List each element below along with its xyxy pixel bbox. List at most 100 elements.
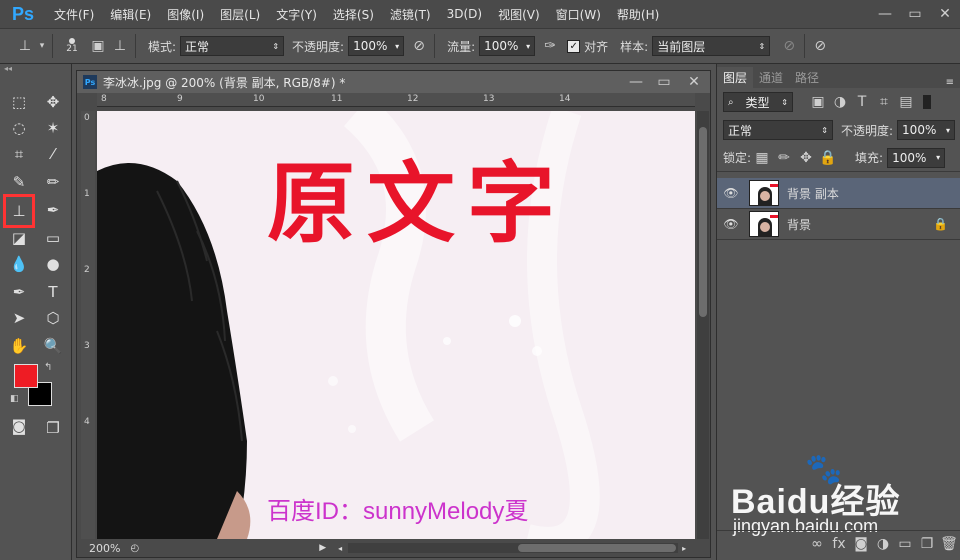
horizontal-scroll-thumb[interactable] bbox=[518, 544, 677, 552]
zoom-tool-icon[interactable]: 🔍 bbox=[40, 334, 66, 358]
menu-view[interactable]: 视图(V) bbox=[490, 6, 548, 23]
menu-type[interactable]: 文字(Y) bbox=[268, 6, 325, 23]
eye-icon[interactable]: 👁 bbox=[717, 217, 745, 231]
hand-tool-icon[interactable]: ✋ bbox=[6, 334, 32, 358]
dodge-tool-icon[interactable]: ● bbox=[40, 252, 66, 276]
swap-colors-icon[interactable]: ↰ bbox=[44, 362, 52, 373]
mode-select[interactable]: 正常 ⇕ bbox=[180, 36, 285, 56]
gradient-tool-icon[interactable]: ▭ bbox=[40, 226, 66, 250]
brush-panel-icon[interactable]: ▣ bbox=[87, 35, 109, 57]
layer-style-icon[interactable]: fx bbox=[828, 533, 850, 555]
foreground-color-swatch[interactable] bbox=[14, 364, 38, 388]
filter-pixel-icon[interactable]: ▣ bbox=[807, 91, 829, 113]
sample-select[interactable]: 当前图层 ⇕ bbox=[652, 36, 771, 56]
pen-tool-icon[interactable]: ✒ bbox=[6, 280, 32, 304]
clone-stamp-tool-icon[interactable]: ⊥ bbox=[3, 194, 35, 228]
clone-stamp-preset-icon[interactable]: ⊥ bbox=[14, 35, 36, 57]
menu-3d[interactable]: 3D(D) bbox=[439, 7, 490, 21]
eraser-tool-icon[interactable]: ◪ bbox=[6, 226, 32, 250]
scroll-left-icon[interactable]: ◂ bbox=[338, 544, 342, 553]
flow-input[interactable]: 100% ▾ bbox=[479, 36, 536, 56]
pressure-opacity-icon[interactable]: ⊘ bbox=[408, 35, 430, 57]
tab-layers[interactable]: 图层 bbox=[717, 67, 754, 88]
airbrush-icon[interactable]: ✑ bbox=[539, 35, 561, 57]
menu-image[interactable]: 图像(I) bbox=[159, 6, 212, 23]
zoom-level[interactable]: 200% bbox=[89, 542, 120, 555]
status-menu-icon[interactable]: ◴ bbox=[130, 543, 139, 554]
filter-shape-icon[interactable]: ⌗ bbox=[873, 91, 895, 113]
ignore-adjustment-icon[interactable]: ⊘ bbox=[778, 35, 800, 57]
restore-icon[interactable]: ▭ bbox=[900, 3, 930, 25]
marquee-tool-icon[interactable]: ⬚ bbox=[6, 90, 32, 114]
filter-smart-object-icon[interactable]: ▤ bbox=[895, 91, 917, 113]
status-arrow-icon[interactable]: ▶ bbox=[319, 543, 326, 553]
scroll-right-icon[interactable]: ▸ bbox=[682, 544, 686, 553]
brush-tool-icon[interactable]: ✏ bbox=[40, 170, 66, 194]
panel-menu-icon[interactable]: ≡ bbox=[946, 77, 954, 88]
filter-type-icon[interactable]: T bbox=[851, 91, 873, 113]
eyedropper-tool-icon[interactable]: ⁄ bbox=[40, 142, 66, 166]
layer-row-background-copy[interactable]: 👁 背景 副本 bbox=[717, 178, 960, 209]
new-layer-icon[interactable]: ❐ bbox=[916, 533, 938, 555]
menu-layer[interactable]: 图层(L) bbox=[212, 6, 268, 23]
canvas-watermark-text: 百度ID：sunnyMelody夏 bbox=[267, 498, 529, 525]
menu-window[interactable]: 窗口(W) bbox=[548, 6, 609, 23]
path-selection-tool-icon[interactable]: ➤ bbox=[6, 306, 32, 330]
new-adjustment-icon[interactable]: ◑ bbox=[872, 533, 894, 555]
menu-select[interactable]: 选择(S) bbox=[325, 6, 382, 23]
history-brush-tool-icon[interactable]: ✒ bbox=[40, 198, 66, 222]
collapse-arrows-icon[interactable]: ◂◂ bbox=[4, 64, 12, 73]
shape-tool-icon[interactable]: ⬡ bbox=[40, 306, 66, 330]
screen-mode-icon[interactable]: ❐ bbox=[40, 416, 66, 440]
default-colors-icon[interactable]: ◧ bbox=[10, 394, 19, 404]
tab-paths[interactable]: 路径 bbox=[789, 67, 825, 88]
blur-tool-icon[interactable]: 💧 bbox=[6, 252, 32, 276]
pressure-size-icon[interactable]: ⊘ bbox=[809, 35, 831, 57]
clone-source-icon[interactable]: ⊥ bbox=[109, 35, 131, 57]
crop-tool-icon[interactable]: ⌗ bbox=[6, 142, 32, 166]
move-tool-icon[interactable]: ✥ bbox=[40, 90, 66, 114]
layer-opacity-input[interactable]: 100% ▾ bbox=[897, 120, 956, 140]
menu-edit[interactable]: 编辑(E) bbox=[102, 6, 159, 23]
opacity-input[interactable]: 100% ▾ bbox=[348, 36, 405, 56]
healing-brush-tool-icon[interactable]: ✎ bbox=[6, 170, 32, 194]
blend-mode-select[interactable]: 正常 ⇕ bbox=[723, 120, 833, 140]
chevron-down-icon[interactable]: ▾ bbox=[36, 35, 48, 57]
layer-row-background[interactable]: 👁 背景 🔒 bbox=[717, 209, 960, 240]
menu-help[interactable]: 帮助(H) bbox=[609, 6, 667, 23]
filter-toggle[interactable] bbox=[923, 95, 931, 109]
layer-filter-select[interactable]: ⌕ 类型 ⇕ bbox=[723, 92, 793, 112]
eye-icon[interactable]: 👁 bbox=[717, 186, 745, 200]
brush-size-picker[interactable]: 21 bbox=[57, 31, 87, 61]
link-layers-icon[interactable]: ∞ bbox=[806, 533, 828, 555]
image-canvas[interactable]: 原文字 百度ID：sunnyMelody夏 bbox=[97, 111, 695, 539]
vertical-scrollbar[interactable] bbox=[697, 111, 709, 539]
lock-all-icon[interactable]: 🔒 bbox=[817, 147, 839, 169]
opacity-label: 不透明度: bbox=[292, 39, 345, 54]
doc-minimize-icon[interactable]: — bbox=[622, 71, 650, 93]
align-checkbox[interactable]: ✓ bbox=[567, 39, 581, 53]
menu-file[interactable]: 文件(F) bbox=[46, 6, 102, 23]
tab-channels[interactable]: 通道 bbox=[753, 67, 789, 88]
add-mask-icon[interactable]: ◙ bbox=[850, 533, 872, 555]
new-group-icon[interactable]: ▭ bbox=[894, 533, 916, 555]
document-tab[interactable]: Ps 李冰冰.jpg @ 200% (背景 副本, RGB/8#) * — ▭ … bbox=[77, 71, 710, 93]
fill-input[interactable]: 100% ▾ bbox=[887, 147, 946, 168]
lasso-tool-icon[interactable]: ◌ bbox=[6, 116, 32, 140]
magic-wand-tool-icon[interactable]: ✶ bbox=[40, 116, 66, 140]
filter-adjustment-icon[interactable]: ◑ bbox=[829, 91, 851, 113]
lock-position-icon[interactable]: ✥ bbox=[795, 147, 817, 169]
doc-close-icon[interactable]: ✕ bbox=[678, 71, 710, 93]
vertical-scroll-thumb[interactable] bbox=[699, 127, 707, 317]
type-tool-icon[interactable]: T bbox=[40, 280, 66, 304]
menu-filter[interactable]: 滤镜(T) bbox=[382, 6, 439, 23]
lock-image-icon[interactable]: ✏ bbox=[773, 147, 795, 169]
lock-transparent-icon[interactable]: ▦ bbox=[751, 147, 773, 169]
delete-layer-icon[interactable]: 🗑 bbox=[938, 533, 960, 555]
tools-panel: ◂◂ ⬚ ✥ ◌ ✶ ⌗ ⁄ ✎ ✏ ⊥ ✒ ◪ ▭ 💧 ● ✒ T ➤ ⬡ ✋… bbox=[0, 64, 72, 560]
doc-restore-icon[interactable]: ▭ bbox=[650, 71, 678, 93]
close-icon[interactable]: ✕ bbox=[930, 3, 960, 25]
quick-mask-icon[interactable]: ◙ bbox=[6, 414, 32, 438]
horizontal-scrollbar[interactable] bbox=[348, 543, 679, 553]
minimize-icon[interactable]: — bbox=[870, 3, 900, 25]
